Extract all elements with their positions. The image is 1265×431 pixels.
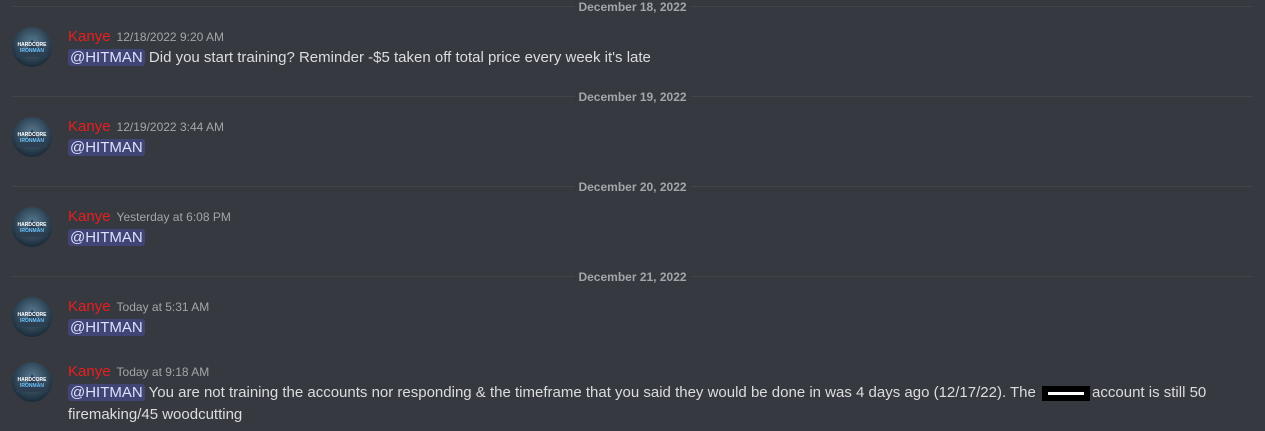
message-body: @HITMAN	[68, 317, 1225, 339]
avatar-image-icon: HARDCORE IRONMAN	[12, 362, 52, 402]
avatar[interactable]: HARDCORE IRONMAN	[12, 117, 52, 157]
message-body: @HITMAN Did you start training? Reminder…	[68, 47, 1225, 69]
avatar-line2: IRONMAN	[20, 318, 44, 324]
user-mention[interactable]: @HITMAN	[68, 384, 145, 401]
message-text: You are not training the accounts nor re…	[144, 384, 1041, 401]
avatar-line2: IRONMAN	[20, 138, 44, 144]
date-divider: December 19, 2022	[12, 90, 1253, 104]
avatar[interactable]: HARDCORE IRONMAN	[12, 207, 52, 247]
message-header: Kanye Today at 9:18 AM	[68, 362, 1225, 382]
date-divider-label: December 21, 2022	[574, 270, 691, 284]
user-mention[interactable]: @HITMAN	[68, 139, 145, 156]
message-header: Kanye Today at 5:31 AM	[68, 297, 1225, 317]
user-mention[interactable]: @HITMAN	[68, 229, 145, 246]
date-divider-label: December 19, 2022	[574, 90, 691, 104]
avatar-image-icon: HARDCORE IRONMAN	[12, 117, 52, 157]
username[interactable]: Kanye	[68, 298, 111, 315]
message-content: Kanye Today at 5:31 AM @HITMAN	[68, 297, 1225, 339]
username[interactable]: Kanye	[68, 28, 111, 45]
date-divider-label: December 20, 2022	[574, 180, 691, 194]
redacted-block	[1042, 385, 1091, 401]
avatar-line2: IRONMAN	[20, 228, 44, 234]
date-divider: December 18, 2022	[12, 0, 1253, 14]
message-header: Kanye Yesterday at 6:08 PM	[68, 207, 1225, 227]
user-mention[interactable]: @HITMAN	[68, 319, 145, 336]
date-divider: December 21, 2022	[12, 270, 1253, 284]
username[interactable]: Kanye	[68, 363, 111, 380]
date-divider-label: December 18, 2022	[574, 0, 691, 14]
message-content: Kanye Yesterday at 6:08 PM @HITMAN	[68, 207, 1225, 249]
date-divider: December 20, 2022	[12, 180, 1253, 194]
timestamp: Yesterday at 6:08 PM	[116, 210, 231, 224]
avatar-line2: IRONMAN	[20, 383, 44, 389]
avatar-image-icon: HARDCORE IRONMAN	[12, 297, 52, 337]
timestamp: 12/19/2022 3:44 AM	[116, 120, 224, 134]
message-content: Kanye 12/19/2022 3:44 AM @HITMAN	[68, 117, 1225, 159]
message-header: Kanye 12/19/2022 3:44 AM	[68, 117, 1225, 137]
message-body: @HITMAN	[68, 137, 1225, 159]
avatar[interactable]: HARDCORE IRONMAN	[12, 362, 52, 402]
message-body: @HITMAN	[68, 227, 1225, 249]
avatar-line2: IRONMAN	[20, 48, 44, 54]
timestamp: Today at 9:18 AM	[116, 365, 210, 379]
avatar[interactable]: HARDCORE IRONMAN	[12, 27, 52, 67]
avatar-image-icon: HARDCORE IRONMAN	[12, 207, 52, 247]
message-body: @HITMAN You are not training the account…	[68, 382, 1225, 426]
username[interactable]: Kanye	[68, 208, 111, 225]
avatar[interactable]: HARDCORE IRONMAN	[12, 297, 52, 337]
message-header: Kanye 12/18/2022 9:20 AM	[68, 27, 1225, 47]
message-content: Kanye Today at 9:18 AM @HITMAN You are no…	[68, 362, 1225, 426]
user-mention[interactable]: @HITMAN	[68, 49, 145, 66]
message-content: Kanye 12/18/2022 9:20 AM @HITMAN Did you …	[68, 27, 1225, 69]
message-text: Did you start training? Reminder -$5 tak…	[144, 49, 651, 66]
timestamp: 12/18/2022 9:20 AM	[116, 30, 224, 44]
username[interactable]: Kanye	[68, 118, 111, 135]
timestamp: Today at 5:31 AM	[116, 300, 210, 314]
avatar-image-icon: HARDCORE IRONMAN	[12, 27, 52, 67]
chat-messages: December 18, 2022 HARDCORE IRONMAN Kanye…	[0, 0, 1265, 431]
